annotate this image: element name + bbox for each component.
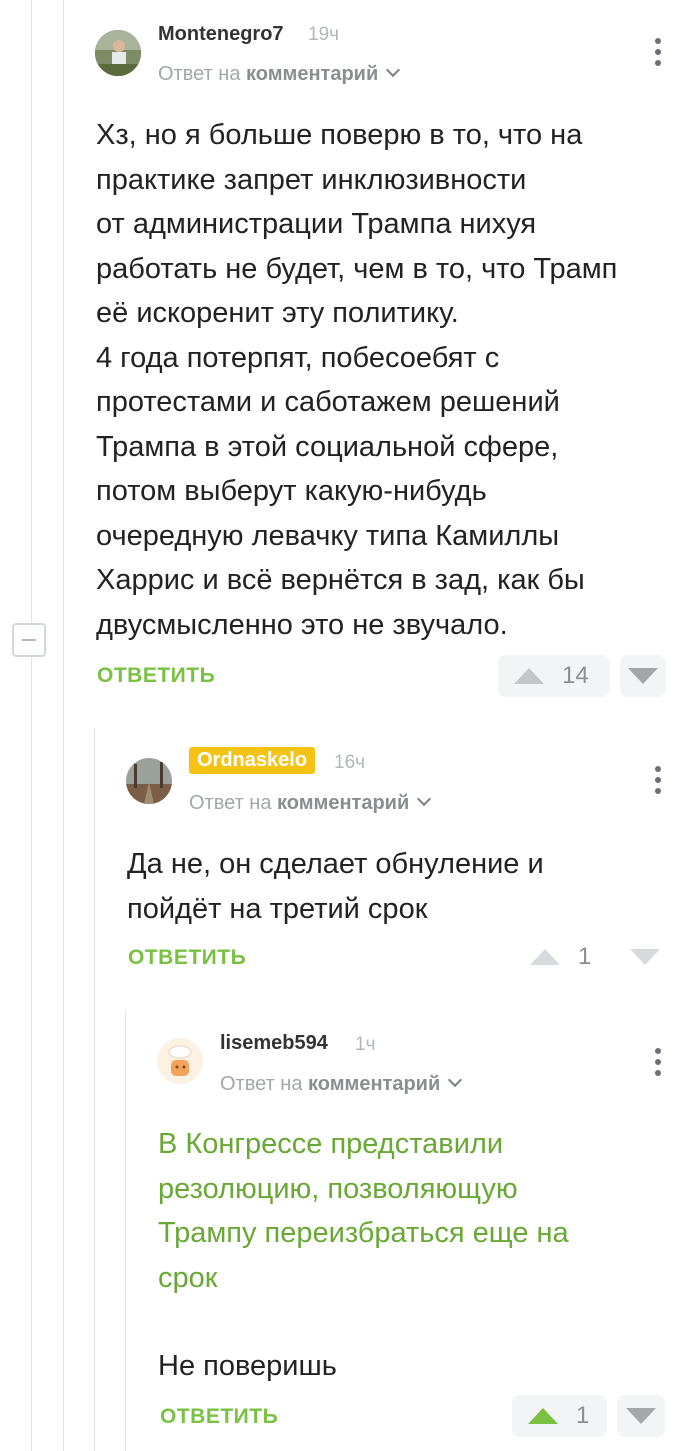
quote-line: срок: [158, 1261, 218, 1294]
reply-button[interactable]: ОТВЕТИТЬ: [160, 1405, 278, 1429]
quote-line: резолюцию, позволяющую: [158, 1172, 518, 1205]
reply-to-prefix: Ответ на: [220, 1073, 303, 1095]
reply-to-target[interactable]: комментарий: [308, 1073, 440, 1095]
upvote-button[interactable]: 1: [512, 1395, 608, 1437]
more-options-icon[interactable]: [655, 1048, 663, 1081]
comment: lisemeb594 1ч Ответ на комментарий В Кон…: [0, 0, 700, 1451]
quote-block: В Конгрессе представили резолюцию, позво…: [158, 1122, 688, 1300]
comment-text: В Конгрессе представили резолюцию, позво…: [158, 1122, 688, 1389]
chevron-down-icon: [448, 1072, 463, 1088]
username[interactable]: lisemeb594: [220, 1032, 328, 1055]
rating-controls: 1: [512, 1395, 666, 1437]
timestamp: 1ч: [355, 1034, 376, 1055]
downvote-button[interactable]: [617, 1395, 666, 1437]
upvote-icon: [528, 1408, 558, 1424]
reply-to-link[interactable]: Ответ на комментарий: [220, 1072, 463, 1096]
text-line: Не поверишь: [158, 1350, 337, 1382]
quote-line: Трампу переизбраться еще на: [158, 1217, 569, 1249]
rating-count: 1: [576, 1402, 590, 1429]
downvote-icon: [626, 1408, 657, 1424]
avatar[interactable]: [157, 1038, 203, 1084]
quote-line: В Конгрессе представили: [158, 1128, 504, 1160]
